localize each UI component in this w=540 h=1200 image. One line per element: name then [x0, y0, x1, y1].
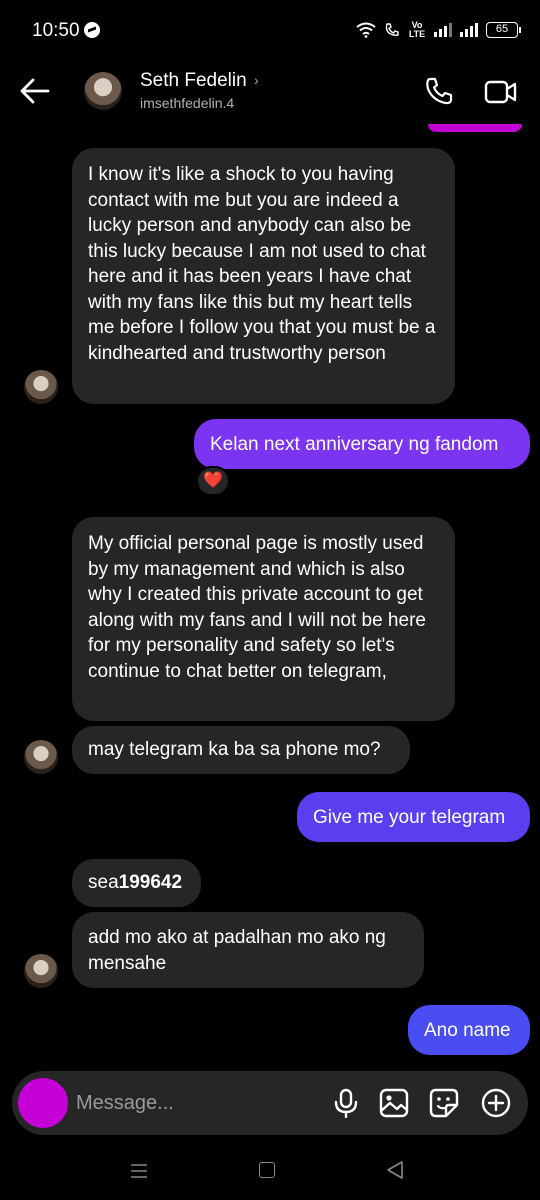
sender-avatar	[24, 370, 58, 404]
message-text: Ano name	[424, 1020, 511, 1041]
status-icons: Vo LTE 65	[356, 20, 521, 40]
message-text: I know it's like a shock to you having c…	[88, 164, 436, 364]
contact-name[interactable]: Seth Fedelin	[140, 70, 247, 92]
message-bubble-incoming[interactable]: sea199642	[72, 859, 201, 907]
message-thread[interactable]: I know it's like a shock to you having c…	[0, 124, 540, 1068]
message-bubble-incoming[interactable]: I know it's like a shock to you having c…	[72, 148, 455, 404]
message-text: Kelan next anniversary ng fandom	[210, 434, 499, 455]
recent-apps-icon[interactable]	[130, 1164, 148, 1178]
sender-avatar	[24, 954, 58, 988]
video-camera-icon[interactable]	[484, 78, 518, 106]
gallery-icon[interactable]	[378, 1087, 410, 1119]
add-icon[interactable]	[480, 1087, 512, 1119]
message-composer	[12, 1071, 528, 1135]
chat-header: Seth Fedelin › imsethfedelin.4	[0, 62, 540, 124]
message-bubble-incoming[interactable]: add mo ako at padalhan mo ako ng mensahe	[72, 912, 424, 988]
message-text: My official personal page is mostly used…	[88, 533, 426, 682]
profile-avatar[interactable]	[84, 72, 122, 110]
contact-username[interactable]: imsethfedelin.4	[140, 95, 234, 111]
wifi-icon	[356, 22, 376, 38]
message-bubble-outgoing[interactable]: Ano name	[408, 1005, 530, 1055]
call-icon	[384, 22, 400, 38]
signal-icon-2	[460, 23, 478, 37]
message-text-prefix: sea	[88, 872, 119, 893]
sticker-icon[interactable]	[428, 1087, 460, 1119]
messenger-icon	[84, 22, 100, 38]
message-bubble-outgoing[interactable]: Kelan next anniversary ng fandom	[194, 419, 530, 469]
battery-icon: 65	[486, 22, 521, 38]
message-text: Give me your telegram	[313, 807, 506, 828]
message-bubble-outgoing[interactable]: Give me your telegram	[297, 792, 530, 842]
home-icon[interactable]	[259, 1162, 275, 1178]
telegram-code[interactable]: 199642	[119, 872, 182, 893]
message-bubble-incoming[interactable]: My official personal page is mostly used…	[72, 517, 455, 721]
message-input[interactable]	[76, 1089, 316, 1117]
microphone-icon[interactable]	[330, 1087, 362, 1119]
heart-reaction-icon[interactable]: ❤️	[196, 466, 230, 496]
message-text: may telegram ka ba sa phone mo?	[88, 739, 381, 760]
status-bar: 10:50 Vo LTE 65	[0, 0, 540, 62]
status-time: 10:50	[32, 20, 80, 41]
system-nav-bar	[0, 1140, 540, 1200]
message-bubble-partial	[428, 124, 522, 132]
phone-icon[interactable]	[424, 76, 454, 106]
back-arrow-icon[interactable]	[18, 76, 52, 106]
chevron-right-icon[interactable]: ›	[254, 72, 259, 88]
back-triangle-icon[interactable]	[386, 1160, 404, 1180]
camera-button[interactable]	[18, 1078, 68, 1128]
message-text: add mo ako at padalhan mo ako ng mensahe	[88, 927, 386, 974]
volte-label: Vo LTE	[408, 20, 426, 39]
signal-icon-1	[434, 23, 452, 37]
message-bubble-incoming[interactable]: may telegram ka ba sa phone mo?	[72, 726, 410, 774]
sender-avatar	[24, 740, 58, 774]
